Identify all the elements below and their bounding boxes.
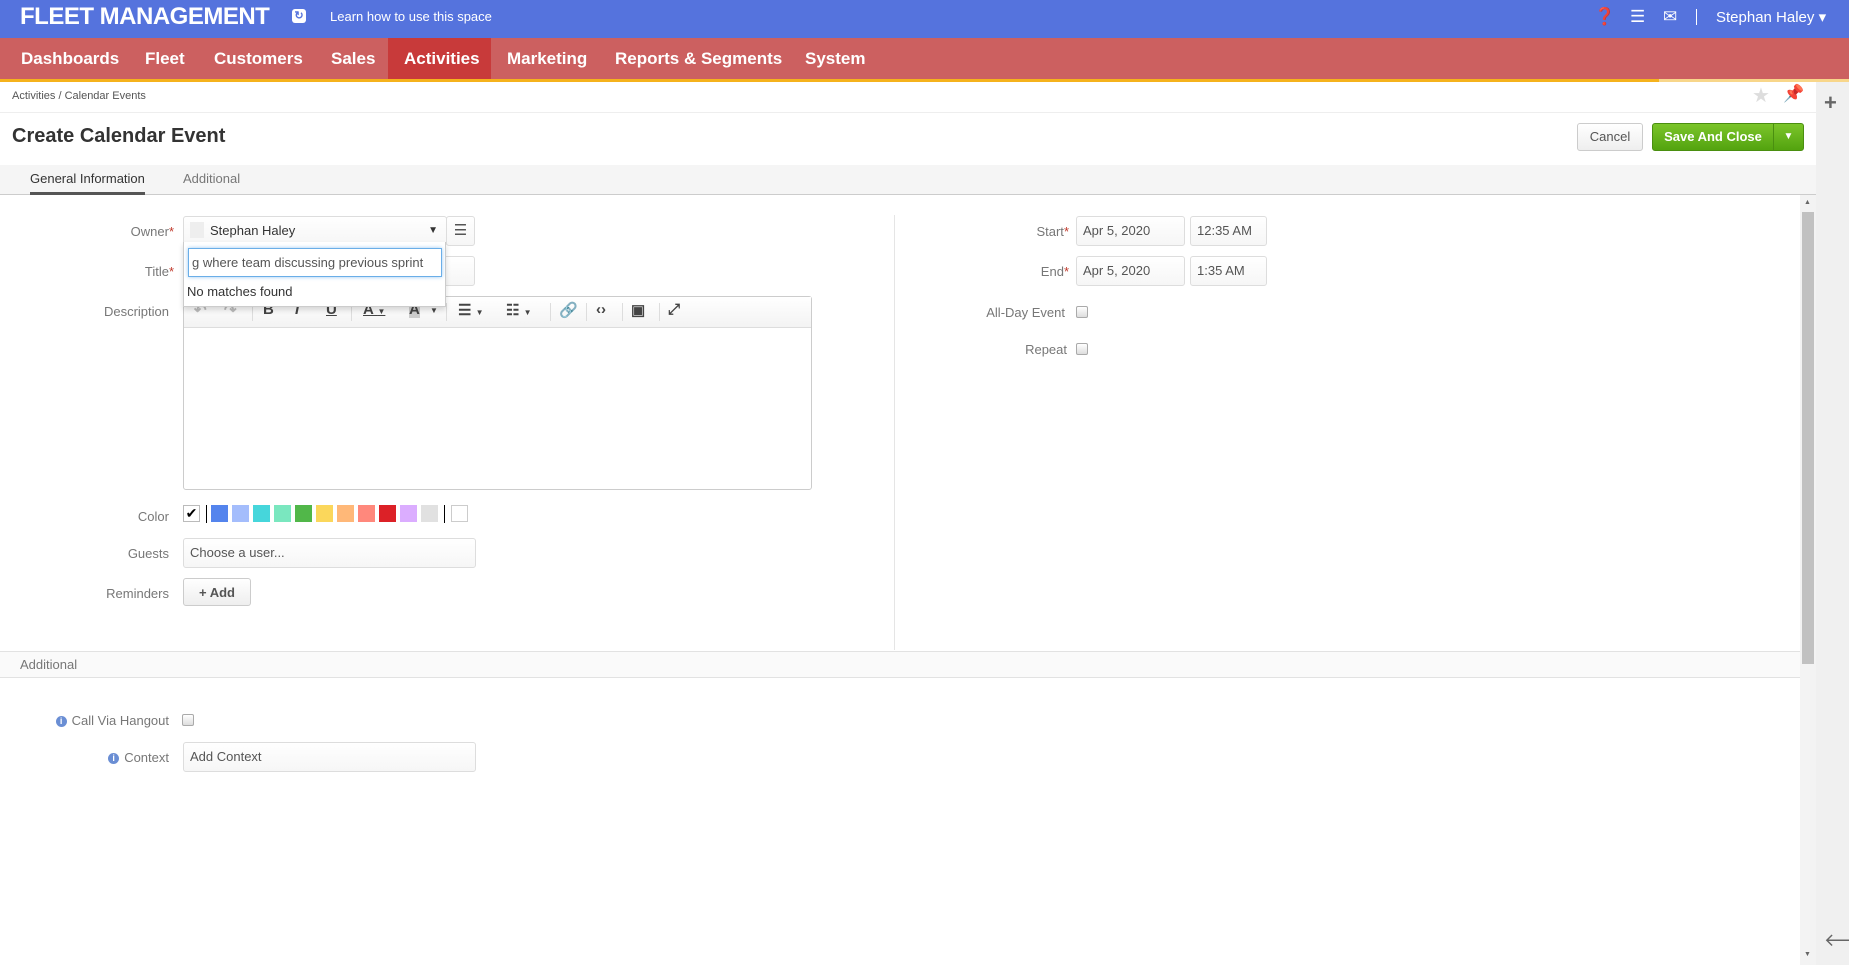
tab-general-information[interactable]: General Information — [30, 171, 145, 195]
context-label: i Context — [20, 750, 169, 765]
color-auto-checkbox[interactable]: ✔ — [183, 505, 200, 522]
link-icon[interactable]: 🔗 — [559, 301, 578, 319]
avatar — [190, 222, 204, 238]
nav-reports-segments[interactable]: Reports & Segments — [599, 38, 798, 79]
top-bar: FLEET MANAGEMENT ↻ Learn how to use this… — [0, 0, 1849, 38]
code-icon[interactable]: ‹› — [596, 301, 606, 318]
all-day-checkbox[interactable] — [1076, 306, 1088, 318]
description-label: Description — [103, 304, 169, 319]
user-menu[interactable]: Stephan Haley ▾ — [1716, 8, 1826, 26]
menu-icon[interactable]: ☰ — [1630, 7, 1645, 27]
image-icon[interactable]: ▣ — [631, 301, 645, 319]
divider — [0, 112, 1816, 113]
color-swatch[interactable] — [421, 505, 438, 522]
user-name: Stephan Haley — [1716, 9, 1815, 26]
end-date-input[interactable]: Apr 5, 2020 — [1076, 256, 1185, 286]
star-icon[interactable]: ★ — [1752, 83, 1770, 108]
owner-label: Owner* — [130, 224, 174, 239]
nav-sales[interactable]: Sales — [315, 38, 391, 79]
save-options-caret[interactable]: ▼ — [1773, 123, 1804, 151]
column-divider — [894, 215, 895, 650]
start-label: Start* — [1036, 224, 1069, 239]
arrow-left-icon[interactable]: 🡐 — [1824, 930, 1849, 951]
color-swatch[interactable] — [253, 505, 270, 522]
custom-color-swatch[interactable] — [451, 505, 468, 522]
help-icon[interactable]: ❓ — [1594, 7, 1615, 27]
cancel-button[interactable]: Cancel — [1577, 123, 1643, 151]
end-time-input[interactable]: 1:35 AM — [1190, 256, 1267, 286]
owner-search-input[interactable]: g where team discussing previous sprint — [188, 248, 442, 277]
page-title: Create Calendar Event — [12, 125, 226, 147]
divider — [1696, 9, 1697, 25]
tab-additional[interactable]: Additional — [183, 171, 240, 186]
repeat-label: Repeat — [1025, 342, 1067, 357]
info-icon[interactable]: i — [55, 716, 67, 727]
owner-list-button[interactable]: ☰ — [446, 216, 475, 246]
save-and-close-button[interactable]: Save And Close — [1652, 123, 1774, 151]
bullet-list-icon[interactable]: ☰ ▼ — [458, 301, 484, 319]
color-swatch[interactable] — [211, 505, 228, 522]
main-nav: Dashboards Fleet Customers Sales Activit… — [0, 38, 1849, 79]
color-swatch[interactable] — [358, 505, 375, 522]
all-day-label: All-Day Event — [986, 305, 1065, 320]
section-title: Additional — [20, 657, 78, 672]
start-date-input[interactable]: Apr 5, 2020 — [1076, 216, 1185, 246]
end-label: End* — [1040, 264, 1069, 279]
additional-section-header: Additional — [0, 651, 1816, 678]
nav-activities[interactable]: Activities — [388, 38, 491, 79]
mail-icon[interactable]: ✉ — [1663, 7, 1677, 27]
scrollbar-thumb[interactable] — [1802, 212, 1814, 664]
repeat-checkbox[interactable] — [1076, 343, 1088, 355]
breadcrumb[interactable]: Activities / Calendar Events — [12, 90, 146, 102]
color-swatch[interactable] — [316, 505, 333, 522]
owner-dropdown: g where team discussing previous sprint … — [183, 242, 446, 307]
color-swatch[interactable] — [274, 505, 291, 522]
reminders-label: Reminders — [106, 586, 169, 601]
color-swatch[interactable] — [337, 505, 354, 522]
learn-link[interactable]: Learn how to use this space — [330, 9, 492, 24]
divider — [206, 505, 207, 523]
guests-input[interactable]: Choose a user... — [183, 538, 476, 568]
color-swatch[interactable] — [295, 505, 312, 522]
color-swatch[interactable] — [379, 505, 396, 522]
share-icon[interactable]: ↻ — [292, 9, 306, 23]
pin-icon[interactable]: 📌 — [1783, 84, 1804, 104]
nav-underline — [0, 79, 1849, 82]
start-time-input[interactable]: 12:35 AM — [1190, 216, 1267, 246]
right-sidebar: + 🡐 — [1816, 82, 1849, 965]
nav-fleet[interactable]: Fleet — [129, 38, 201, 79]
add-reminder-button[interactable]: + Add — [183, 578, 251, 606]
fullscreen-icon[interactable]: ⤢ — [668, 301, 680, 318]
brand-logo[interactable]: FLEET MANAGEMENT — [20, 3, 270, 31]
info-icon[interactable]: i — [108, 753, 120, 764]
numbered-list-icon[interactable]: ☷ ▼ — [506, 301, 532, 319]
tab-bar: General Information Additional — [0, 165, 1816, 195]
context-input[interactable]: Add Context — [183, 742, 476, 772]
nav-marketing[interactable]: Marketing — [491, 38, 603, 79]
nav-customers[interactable]: Customers — [198, 38, 319, 79]
call-via-hangout-checkbox[interactable] — [182, 714, 194, 726]
chevron-down-icon: ▼ — [428, 225, 438, 236]
color-swatch[interactable] — [232, 505, 249, 522]
plus-icon[interactable]: + — [1824, 90, 1837, 116]
divider — [444, 505, 445, 523]
no-matches-message: No matches found — [187, 284, 293, 299]
nav-system[interactable]: System — [789, 38, 881, 79]
nav-dashboards[interactable]: Dashboards — [5, 38, 135, 79]
color-swatch[interactable] — [400, 505, 417, 522]
color-label: Color — [137, 509, 169, 524]
title-label: Title* — [144, 264, 174, 279]
call-via-hangout-label: i Call Via Hangout — [20, 713, 169, 728]
guests-label: Guests — [127, 546, 169, 561]
